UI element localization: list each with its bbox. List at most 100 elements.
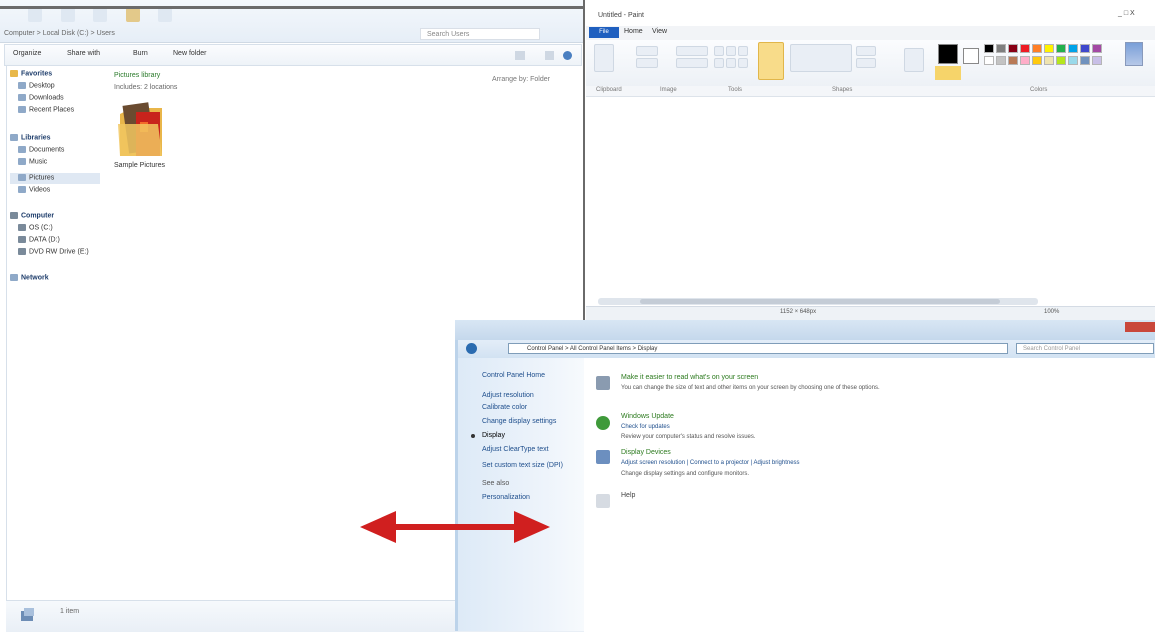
item-title-update[interactable]: Windows Update — [621, 413, 674, 420]
view-options-icon[interactable] — [515, 51, 525, 60]
sidebar-link-personalization[interactable]: Personalization — [482, 494, 530, 501]
control-panel-titlebar — [455, 320, 1155, 340]
color-1-label[interactable] — [935, 66, 961, 80]
color-picker-icon[interactable] — [726, 58, 736, 68]
dvd-drive-icon — [18, 248, 26, 255]
library-locations[interactable]: Includes: 2 locations — [114, 84, 177, 91]
back-icon[interactable] — [28, 8, 42, 22]
palette-swatch[interactable] — [1044, 56, 1054, 65]
folder-icon[interactable] — [125, 8, 140, 22]
color-2-swatch[interactable] — [963, 48, 979, 64]
select-button[interactable] — [676, 46, 708, 56]
back-icon[interactable] — [466, 343, 477, 354]
palette-swatch[interactable] — [984, 44, 994, 53]
crop-button[interactable] — [676, 58, 708, 68]
nav-item-videos[interactable]: Videos — [18, 186, 50, 193]
pencil-icon[interactable] — [714, 46, 724, 56]
sidebar-link-display-settings[interactable]: Change display settings — [482, 418, 556, 425]
nav-item-recent[interactable]: Recent Places — [18, 106, 74, 113]
cut-button[interactable] — [636, 46, 658, 56]
search-input[interactable]: Search Users — [420, 28, 540, 40]
item-title-devices[interactable]: Display Devices — [621, 449, 671, 456]
palette-swatch[interactable] — [984, 56, 994, 65]
copy-button[interactable] — [636, 58, 658, 68]
palette-swatch[interactable] — [996, 56, 1006, 65]
search-input[interactable]: Search Control Panel — [1016, 343, 1154, 354]
paint-canvas[interactable] — [586, 97, 1155, 297]
folder-name[interactable]: Sample Pictures — [114, 162, 165, 169]
palette-swatch[interactable] — [1008, 56, 1018, 65]
nav-favorites-header[interactable]: Favorites — [10, 70, 52, 77]
item-title-readability[interactable]: Make it easier to read what's on your sc… — [621, 374, 758, 381]
arrange-by-dropdown[interactable]: Arrange by: Folder — [492, 76, 550, 83]
palette-swatch[interactable] — [996, 44, 1006, 53]
zoom-level[interactable]: 100% — [1044, 309, 1059, 315]
size-button[interactable] — [904, 48, 924, 72]
sidebar-link-custom-text[interactable]: Set custom text size (DPI) — [482, 462, 563, 469]
item-link-update[interactable]: Check for updates — [621, 424, 670, 430]
fill-icon[interactable] — [726, 46, 736, 56]
forward-icon[interactable] — [60, 8, 75, 22]
nav-item-drive-c[interactable]: OS (C:) — [18, 224, 53, 231]
breadcrumb[interactable]: Computer > Local Disk (C:) > Users — [4, 30, 115, 37]
up-icon[interactable] — [93, 8, 108, 22]
outline-dropdown[interactable] — [856, 46, 876, 56]
paste-button[interactable] — [594, 44, 614, 72]
paint-window-controls[interactable]: _ □ X — [1118, 10, 1135, 17]
nav-libraries-header[interactable]: Libraries — [10, 134, 51, 141]
tab-file[interactable]: File — [589, 27, 619, 38]
fill-dropdown[interactable] — [856, 58, 876, 68]
address-field[interactable]: Control Panel > All Control Panel Items … — [508, 343, 1008, 354]
item-title-help[interactable]: Help — [621, 492, 635, 499]
palette-swatch[interactable] — [1056, 44, 1066, 53]
close-button[interactable] — [1125, 322, 1155, 332]
text-icon[interactable] — [738, 46, 748, 56]
brushes-button[interactable] — [758, 42, 784, 80]
share-with-button[interactable]: Share with — [67, 50, 100, 57]
palette-swatch[interactable] — [1008, 44, 1018, 53]
nav-item-documents[interactable]: Documents — [18, 146, 64, 153]
nav-network-header[interactable]: Network — [10, 274, 49, 281]
help-icon — [596, 494, 610, 508]
preview-pane-icon[interactable] — [545, 51, 554, 60]
sidebar-link-cleartype[interactable]: Adjust ClearType text — [482, 446, 549, 453]
nav-item-pictures[interactable]: Pictures — [18, 174, 54, 181]
edit-colors-button[interactable] — [1125, 42, 1143, 66]
nav-item-drive-e[interactable]: DVD RW Drive (E:) — [18, 248, 89, 255]
nav-item-music[interactable]: Music — [18, 158, 47, 165]
group-label-tools: Tools — [728, 87, 743, 93]
nav-item-downloads[interactable]: Downloads — [18, 94, 64, 101]
palette-swatch[interactable] — [1068, 56, 1078, 65]
new-folder-button[interactable]: New folder — [173, 50, 206, 57]
palette-swatch[interactable] — [1032, 56, 1042, 65]
item-link-devices[interactable]: Adjust screen resolution | Connect to a … — [621, 460, 800, 466]
sidebar-link-resolution[interactable]: Adjust resolution — [482, 392, 534, 399]
tab-home[interactable]: Home — [624, 28, 643, 35]
palette-swatch[interactable] — [1044, 44, 1054, 53]
palette-swatch[interactable] — [1068, 44, 1078, 53]
nav-item-desktop[interactable]: Desktop — [18, 82, 55, 89]
shapes-gallery[interactable] — [790, 44, 852, 72]
control-panel-home-link[interactable]: Control Panel Home — [482, 372, 545, 379]
burn-button[interactable]: Burn — [133, 50, 148, 57]
folder-thumbnail-icon[interactable] — [118, 100, 164, 158]
nav-computer-header[interactable]: Computer — [10, 212, 54, 219]
tab-view[interactable]: View — [652, 28, 667, 35]
palette-swatch[interactable] — [1056, 56, 1066, 65]
scrollbar-thumb[interactable] — [640, 299, 1000, 304]
magnifier-icon[interactable] — [738, 58, 748, 68]
eraser-icon[interactable] — [714, 58, 724, 68]
palette-swatch[interactable] — [1092, 44, 1102, 53]
palette-swatch[interactable] — [1032, 44, 1042, 53]
organize-button[interactable]: Organize — [13, 50, 41, 57]
palette-swatch[interactable] — [1020, 44, 1030, 53]
nav-item-drive-d[interactable]: DATA (D:) — [18, 236, 60, 243]
properties-icon[interactable] — [158, 8, 173, 22]
help-icon[interactable] — [563, 51, 572, 60]
palette-swatch[interactable] — [1080, 44, 1090, 53]
sidebar-link-calibrate[interactable]: Calibrate color — [482, 404, 527, 411]
palette-swatch[interactable] — [1092, 56, 1102, 65]
palette-swatch[interactable] — [1020, 56, 1030, 65]
palette-swatch[interactable] — [1080, 56, 1090, 65]
color-1-swatch[interactable] — [938, 44, 958, 64]
